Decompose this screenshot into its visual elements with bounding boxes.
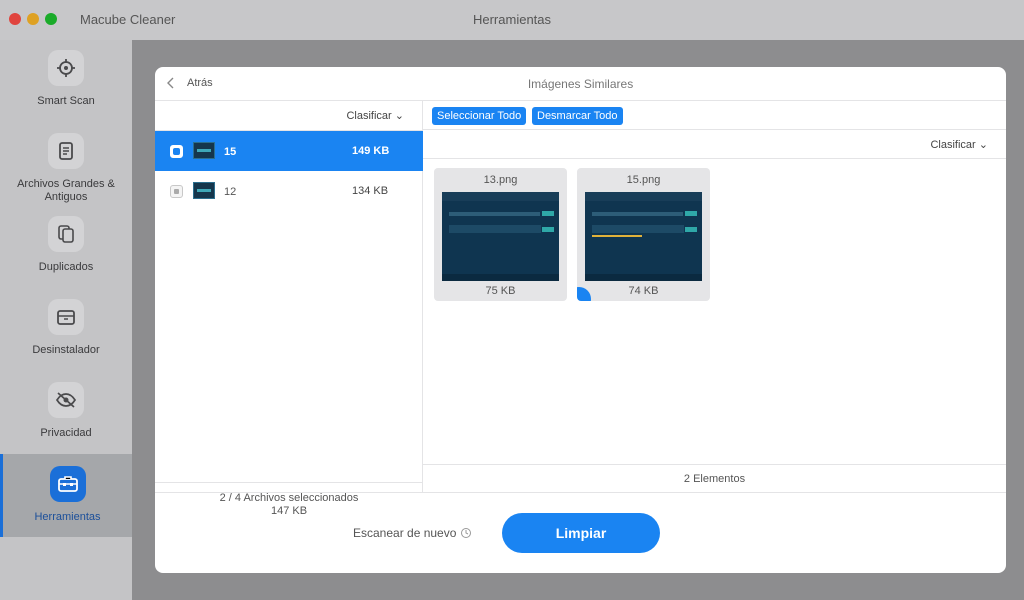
title-bar: Macube Cleaner Herramientas [0,0,1024,40]
image-card[interactable]: 13.png 75 KB [434,168,567,301]
sidebar-item-tools[interactable]: Herramientas [0,454,132,537]
sidebar-item-label: Smart Scan [37,95,95,107]
sidebar-item-label: Herramientas [34,511,101,523]
chevron-down-icon: ⌄ [978,139,988,151]
sort-label: Clasificar [930,139,976,151]
group-checkbox[interactable] [170,145,183,158]
group-thumbnail [193,142,215,159]
document-icon [48,133,84,169]
box-icon [48,299,84,335]
sidebar-item-privacy[interactable]: Privacidad [0,382,132,440]
sidebar-item-label: Duplicados [38,261,94,273]
image-name: 13.png [483,174,518,186]
copy-icon [48,216,84,252]
selection-toolbar: Seleccionar Todo Desmarcar Todo [423,101,1006,130]
image-size: 75 KB [485,285,516,297]
deselect-all-button[interactable]: Desmarcar Todo [532,107,623,125]
image-grid-pane: Seleccionar Todo Desmarcar Todo Clasific… [423,101,1006,492]
sidebar-item-label: Archivos Grandes & Antiguos [17,178,115,203]
refresh-icon [461,528,472,538]
crosshair-icon [48,50,84,86]
image-size: 74 KB [628,285,659,297]
sidebar: Smart Scan Archivos Grandes & Antiguos D… [0,40,132,600]
chevron-down-icon: ⌄ [394,110,404,122]
group-name: 15 [224,146,237,158]
sort-dropdown[interactable]: Clasificar ⌄ [346,109,404,122]
image-thumbnail [585,192,702,281]
group-list: 15 149 KB 12 134 KB [155,130,423,211]
sidebar-item-duplicates[interactable]: Duplicados [0,216,132,274]
sidebar-item-large-old-files[interactable]: Archivos Grandes & Antiguos [0,133,132,204]
divider [423,158,1006,159]
eye-off-icon [48,382,84,418]
list-item[interactable]: 15 149 KB [155,131,423,171]
group-name: 12 [224,186,237,198]
dialog-header: Atrás Imágenes Similares [155,67,1006,101]
clean-button[interactable]: Limpiar [502,513,660,553]
group-list-pane: Clasificar ⌄ 15 149 KB 12 134 KB 2 / 4 A… [155,101,423,517]
sidebar-item-smart-scan[interactable]: Smart Scan [0,50,132,108]
rescan-label: Escanear de nuevo [353,526,457,540]
group-thumbnail [193,182,215,199]
similar-images-dialog: Atrás Imágenes Similares Clasificar ⌄ 15… [155,67,1006,573]
toolbox-icon [49,466,86,502]
dialog-title: Imágenes Similares [527,77,634,91]
item-count: 2 Elementos [423,464,1006,492]
window-title: Herramientas [472,12,552,27]
image-thumbnail [442,192,559,281]
image-name: 15.png [626,174,661,186]
action-bar: Escanear de nuevo Limpiar [155,492,1006,573]
sidebar-item-uninstaller[interactable]: Desinstalador [0,299,132,357]
group-size: 149 KB [352,145,390,157]
sidebar-item-label: Desinstalador [32,344,100,356]
sort-label: Clasificar [346,110,392,122]
sort-dropdown[interactable]: Clasificar ⌄ [930,138,988,151]
image-card[interactable]: 15.png 74 KB [577,168,710,301]
select-all-button[interactable]: Seleccionar Todo [432,107,527,125]
group-size: 134 KB [352,185,389,197]
list-item[interactable]: 12 134 KB [155,171,423,211]
sidebar-item-label: Privacidad [40,427,92,439]
rescan-button[interactable]: Escanear de nuevo [353,526,472,540]
group-checkbox[interactable] [170,185,183,198]
